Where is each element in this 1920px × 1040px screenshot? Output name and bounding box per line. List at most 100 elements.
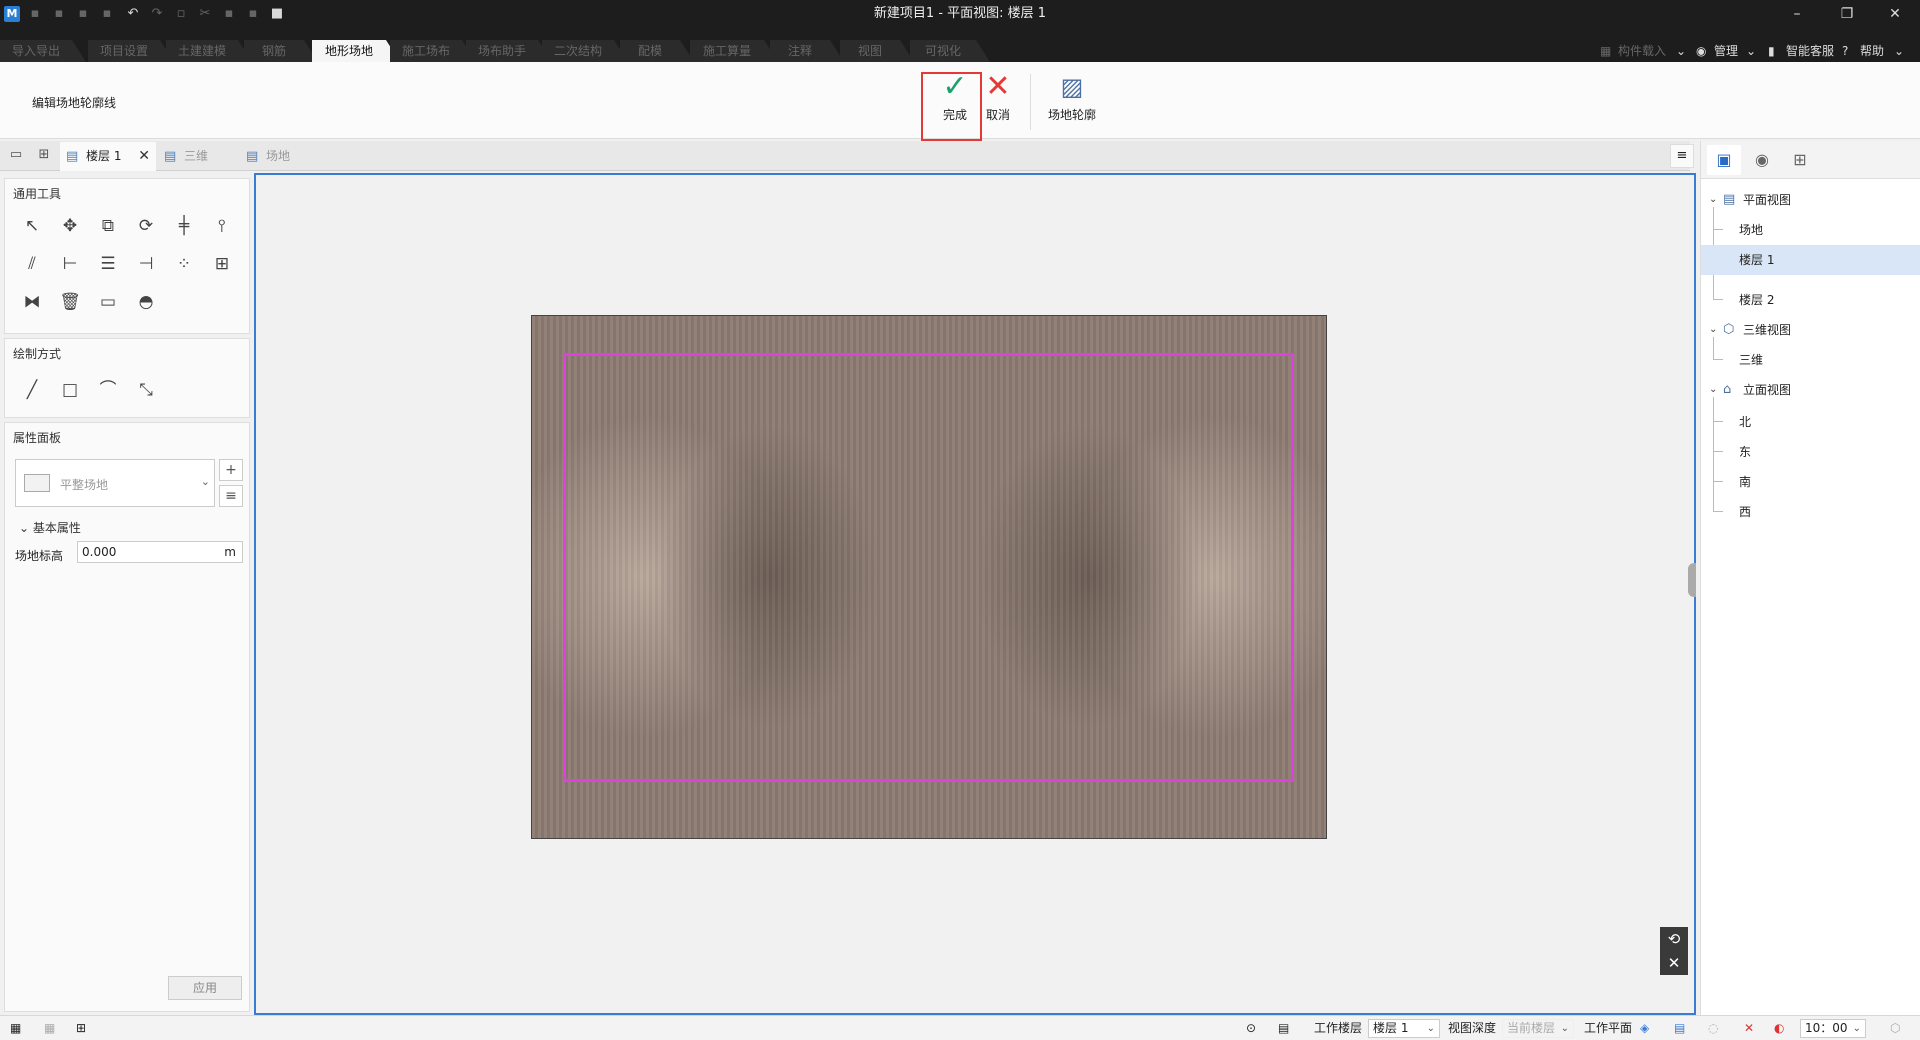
pick-line-icon[interactable]: ⤡ bbox=[131, 375, 161, 405]
site-outline-label: 场地轮廓 bbox=[1047, 108, 1096, 122]
tab-quantity[interactable]: 施工算量 bbox=[690, 40, 778, 62]
tree-item-north[interactable]: 北 bbox=[1701, 407, 1920, 437]
line-icon[interactable]: ╱ bbox=[17, 375, 47, 405]
manage-icon[interactable]: ◉ bbox=[1696, 40, 1706, 62]
cancel-label: 取消 bbox=[985, 108, 1010, 122]
select-icon[interactable]: ↖ bbox=[17, 211, 47, 241]
move-icon[interactable]: ✥ bbox=[55, 211, 85, 241]
cube-icon[interactable]: ⬡ bbox=[1890, 1020, 1900, 1037]
tab-civil-modeling[interactable]: 土建建模 bbox=[166, 40, 252, 62]
layout-single-icon[interactable]: ▦ bbox=[10, 1020, 21, 1037]
tab-visualization[interactable]: 可视化 bbox=[910, 40, 990, 62]
view-menu-icon[interactable]: ≡ bbox=[1670, 144, 1694, 168]
drawing-canvas[interactable]: ⟲ ✕ bbox=[254, 173, 1696, 1015]
sun-icon[interactable]: ◐ bbox=[1774, 1020, 1784, 1037]
edit-type-button[interactable]: ≡ bbox=[219, 485, 243, 507]
measure-icon[interactable]: ▭ bbox=[93, 287, 123, 317]
tab-project-settings[interactable]: 项目设置 bbox=[88, 40, 174, 62]
snap-off-icon[interactable]: ✕ bbox=[1744, 1020, 1754, 1037]
offset-icon[interactable]: ⫽ bbox=[17, 249, 47, 279]
site-elevation-input[interactable]: 0.000 m bbox=[77, 541, 243, 563]
help-icon[interactable]: ? bbox=[1842, 40, 1848, 62]
tree-plan-views[interactable]: ⌄ ▤ 平面视图 bbox=[1701, 185, 1920, 215]
light-icon[interactable]: ◌ bbox=[1708, 1020, 1718, 1037]
service-icon[interactable]: ▮ bbox=[1768, 40, 1775, 62]
tab-3d[interactable]: ▤ 三维 bbox=[158, 142, 238, 171]
panel-collapse-handle[interactable] bbox=[1688, 563, 1696, 597]
type-selector[interactable]: 平整场地 ⌄ bbox=[15, 459, 215, 507]
rotate-icon[interactable]: ⟳ bbox=[131, 211, 161, 241]
angle-icon[interactable]: ◓ bbox=[131, 287, 161, 317]
extend-icon[interactable]: ☰ bbox=[93, 249, 123, 279]
tab-layout-assistant[interactable]: 场布助手 bbox=[466, 40, 552, 62]
basic-props-group[interactable]: ⌄ 基本属性 bbox=[19, 519, 81, 536]
manage-menu[interactable]: 管理 bbox=[1714, 40, 1738, 62]
settings-icon[interactable]: ▤ bbox=[1674, 1020, 1685, 1037]
visibility-icon[interactable]: ◉ bbox=[1745, 145, 1779, 175]
tab-formwork[interactable]: 配模 bbox=[620, 40, 694, 62]
component-load-icon[interactable]: ▦ bbox=[1600, 40, 1611, 62]
help-menu[interactable]: 帮助 bbox=[1860, 40, 1884, 62]
layout-quad-icon[interactable]: ⊞ bbox=[76, 1020, 86, 1037]
copy-icon[interactable]: ⧉ bbox=[93, 211, 123, 241]
view-depth-select[interactable]: 当前楼层 ⌄ bbox=[1502, 1019, 1574, 1038]
view-browser-icon[interactable]: ▣ bbox=[1707, 145, 1741, 175]
tab-construction-layout[interactable]: 施工场布 bbox=[390, 40, 476, 62]
tree-3d-views[interactable]: ⌄ ⬡ 三维视图 bbox=[1701, 315, 1920, 345]
site-outline-button[interactable]: ▨ 场地轮廓 bbox=[1044, 68, 1100, 134]
minimize-button[interactable]: – bbox=[1774, 0, 1820, 28]
window-icon[interactable]: ▭ bbox=[6, 147, 26, 165]
trim-icon[interactable]: ╪ bbox=[169, 211, 199, 241]
tab-annotation[interactable]: 注释 bbox=[770, 40, 844, 62]
align-icon[interactable]: ⊢ bbox=[55, 249, 85, 279]
component-load-link[interactable]: 构件载入 bbox=[1618, 40, 1666, 62]
layout-icon[interactable]: ⊞ bbox=[1783, 145, 1817, 175]
tree-elevation-views[interactable]: ⌄ ⌂ 立面视图 bbox=[1701, 375, 1920, 405]
tab-import-export[interactable]: 导入导出 bbox=[0, 40, 86, 62]
chevron-down-icon[interactable]: ⌄ bbox=[1746, 40, 1756, 62]
arc-icon[interactable]: ⌒ bbox=[93, 375, 123, 405]
site-outline[interactable] bbox=[563, 353, 1294, 782]
add-type-button[interactable]: + bbox=[219, 459, 243, 481]
tree-item-3d[interactable]: 三维 bbox=[1701, 345, 1920, 375]
split-icon[interactable]: ⫯ bbox=[207, 211, 237, 241]
close-window-button[interactable]: ✕ bbox=[1872, 0, 1918, 28]
apply-button[interactable]: 应用 bbox=[168, 976, 242, 1000]
tab-floor1[interactable]: ▤ 楼层 1 ✕ bbox=[60, 142, 156, 171]
delete-icon[interactable]: 🗑 bbox=[55, 287, 85, 317]
tab-rebar[interactable]: 钢筋 bbox=[244, 40, 318, 62]
reset-view-icon[interactable]: ⟲ bbox=[1660, 927, 1688, 951]
tab-view[interactable]: 视图 bbox=[840, 40, 914, 62]
tree-item-floor1[interactable]: 楼层 1 bbox=[1701, 245, 1920, 275]
close-icon[interactable]: ✕ bbox=[138, 142, 150, 171]
tab-site[interactable]: ▤ 场地 bbox=[240, 142, 324, 171]
work-floor-select[interactable]: 楼层 1 ⌄ bbox=[1368, 1019, 1440, 1038]
save-view-icon[interactable]: ▤ bbox=[1278, 1020, 1289, 1037]
tab-secondary-structure[interactable]: 二次结构 bbox=[542, 40, 628, 62]
zoom-fit-icon[interactable]: ⊙ bbox=[1246, 1020, 1256, 1037]
array-icon[interactable]: ⁘ bbox=[169, 249, 199, 279]
tree-item-floor2[interactable]: 楼层 2 bbox=[1701, 285, 1920, 315]
time-select[interactable]: 10：00 ⌄ bbox=[1800, 1019, 1866, 1038]
mirror-icon[interactable]: ⧓ bbox=[17, 287, 47, 317]
tree-item-south[interactable]: 南 bbox=[1701, 467, 1920, 497]
rectangle-icon[interactable]: □ bbox=[55, 375, 85, 405]
layout-split-icon[interactable]: ▦ bbox=[44, 1020, 55, 1037]
close-nav-icon[interactable]: ✕ bbox=[1660, 951, 1688, 975]
tree-item-east[interactable]: 东 bbox=[1701, 437, 1920, 467]
tree-item-site[interactable]: 场地 bbox=[1701, 215, 1920, 245]
tree-3d-views-label: 三维视图 bbox=[1743, 323, 1792, 337]
chevron-down-icon[interactable]: ⌄ bbox=[1894, 40, 1904, 62]
tree-item-west[interactable]: 西 bbox=[1701, 497, 1920, 527]
grid-icon[interactable]: ⊞ bbox=[34, 147, 54, 165]
service-link[interactable]: 智能客服 bbox=[1786, 40, 1834, 62]
group-icon[interactable]: ⊞ bbox=[207, 249, 237, 279]
view-depth-value: 当前楼层 bbox=[1507, 1021, 1556, 1035]
restore-button[interactable]: ❐ bbox=[1824, 0, 1870, 28]
break-icon[interactable]: ⊣ bbox=[131, 249, 161, 279]
3d-view-icon: ▤ bbox=[164, 149, 177, 164]
chevron-down-icon[interactable]: ⌄ bbox=[1676, 40, 1686, 62]
tab-terrain-site[interactable]: 地形场地 bbox=[312, 40, 400, 62]
work-plane-icon[interactable]: ◈ bbox=[1640, 1020, 1649, 1037]
tree-item-site-label: 场地 bbox=[1739, 223, 1764, 237]
